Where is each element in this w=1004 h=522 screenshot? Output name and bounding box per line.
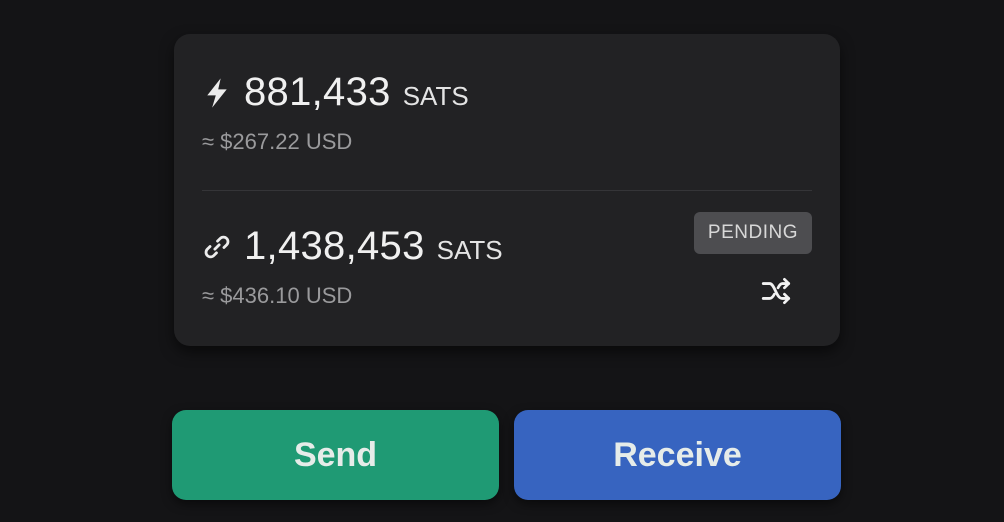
link-icon — [202, 230, 232, 264]
shuffle-icon[interactable] — [760, 274, 794, 308]
lightning-bolt-icon — [202, 76, 232, 110]
lightning-unit: SATS — [402, 81, 469, 111]
receive-button[interactable]: Receive — [514, 410, 841, 500]
onchain-fiat-value: ≈ $436.10 USD — [202, 283, 353, 308]
pending-status-badge: PENDING — [693, 212, 812, 254]
lightning-amount-line: 881,433 SATS — [202, 70, 812, 115]
onchain-amount: 1,438,453 — [244, 224, 425, 268]
divider — [202, 190, 812, 191]
onchain-unit: SATS — [436, 235, 503, 265]
balance-card: 881,433 SATS ≈ $267.22 USD 1,438,453 SAT… — [174, 34, 840, 346]
wallet-screen: 881,433 SATS ≈ $267.22 USD 1,438,453 SAT… — [0, 0, 1004, 522]
lightning-fiat-value: ≈ $267.22 USD — [202, 129, 353, 154]
send-button[interactable]: Send — [172, 410, 499, 500]
lightning-amount: 881,433 — [244, 70, 391, 114]
lightning-balance: 881,433 SATS ≈ $267.22 USD — [202, 70, 812, 160]
